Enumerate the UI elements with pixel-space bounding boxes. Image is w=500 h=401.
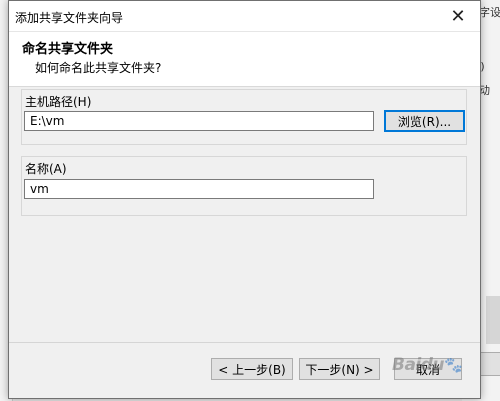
footer-divider bbox=[9, 342, 480, 343]
background-panel bbox=[486, 296, 500, 344]
title-bar: 添加共享文件夹向导 ✕ bbox=[9, 1, 480, 32]
host-path-input[interactable] bbox=[24, 111, 374, 131]
wizard-header: 命名共享文件夹 如何命名此共享文件夹? bbox=[9, 32, 480, 87]
close-button[interactable]: ✕ bbox=[436, 1, 480, 31]
add-shared-folder-wizard: 添加共享文件夹向导 ✕ 命名共享文件夹 如何命名此共享文件夹? 主机路径(H) … bbox=[8, 0, 481, 399]
name-group: 名称(A) bbox=[21, 156, 467, 216]
name-label: 名称(A) bbox=[25, 162, 67, 176]
baidu-watermark: Baidu🐾 bbox=[392, 355, 463, 375]
page-subtitle: 如何命名此共享文件夹? bbox=[35, 61, 162, 75]
back-button[interactable]: < 上一步(B) bbox=[211, 358, 293, 380]
window-title: 添加共享文件夹向导 bbox=[15, 11, 124, 25]
browse-button[interactable]: 浏览(R)... bbox=[384, 110, 465, 132]
host-path-group: 主机路径(H) 浏览(R)... bbox=[21, 89, 467, 145]
name-input[interactable] bbox=[24, 179, 374, 199]
watermark-text: Baidu bbox=[392, 355, 445, 375]
page-title: 命名共享文件夹 bbox=[22, 42, 114, 57]
host-path-label: 主机路径(H) bbox=[25, 95, 92, 109]
close-icon: ✕ bbox=[450, 5, 466, 27]
paw-icon: 🐾 bbox=[444, 356, 463, 374]
next-button[interactable]: 下一步(N) > bbox=[299, 358, 380, 380]
